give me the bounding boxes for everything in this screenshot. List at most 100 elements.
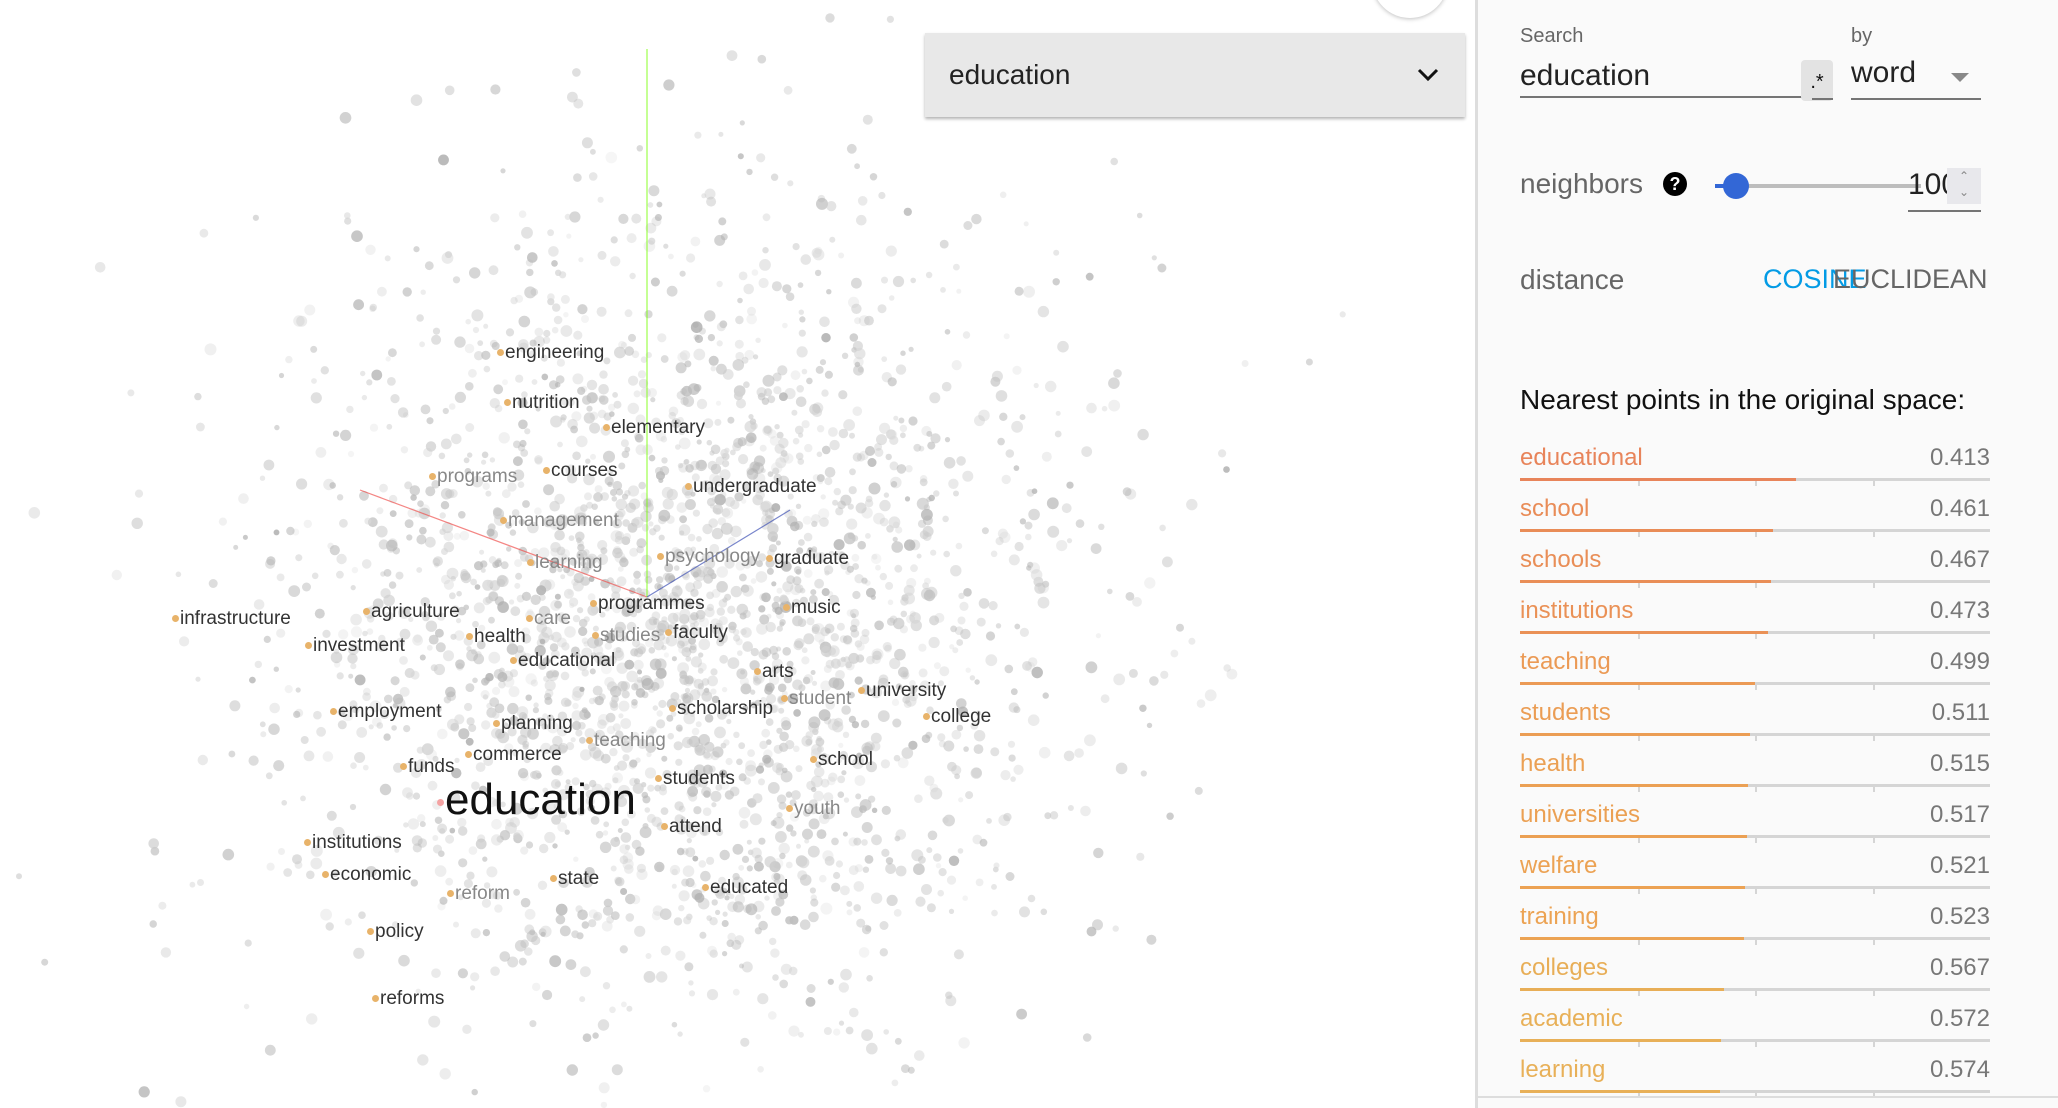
data-point[interactable] xyxy=(525,694,532,701)
data-point[interactable] xyxy=(627,402,639,415)
data-point[interactable] xyxy=(1004,664,1014,674)
data-point[interactable] xyxy=(150,846,160,856)
data-point[interactable] xyxy=(756,623,768,635)
data-point[interactable] xyxy=(463,457,470,464)
point-label[interactable]: music xyxy=(783,598,841,617)
neighbors-number-input[interactable]: 100 ⌃⌄ xyxy=(1908,168,1981,212)
data-point[interactable] xyxy=(366,379,373,386)
data-point[interactable] xyxy=(762,213,771,222)
data-point[interactable] xyxy=(870,892,883,904)
nearest-word[interactable]: colleges xyxy=(1520,954,1608,982)
data-point[interactable] xyxy=(737,650,743,656)
data-point[interactable] xyxy=(832,499,839,506)
data-point[interactable] xyxy=(278,372,285,379)
data-point[interactable] xyxy=(840,885,850,896)
data-point[interactable] xyxy=(377,286,387,297)
data-point[interactable] xyxy=(816,451,823,458)
data-point[interactable] xyxy=(796,346,808,358)
data-point[interactable] xyxy=(814,269,822,277)
data-point[interactable] xyxy=(457,968,468,979)
data-point[interactable] xyxy=(762,374,775,387)
data-point[interactable] xyxy=(836,658,847,668)
data-point[interactable] xyxy=(505,328,515,337)
data-point[interactable] xyxy=(879,499,891,512)
data-point[interactable] xyxy=(453,921,459,928)
regex-toggle-button[interactable]: .* xyxy=(1801,60,1833,101)
data-point[interactable] xyxy=(1075,519,1085,528)
data-point[interactable] xyxy=(1034,582,1046,594)
data-point[interactable] xyxy=(149,920,157,928)
data-point[interactable] xyxy=(791,409,798,416)
data-point[interactable] xyxy=(938,868,947,877)
data-point[interactable] xyxy=(885,581,894,590)
data-point[interactable] xyxy=(384,255,391,262)
data-point[interactable] xyxy=(787,180,794,187)
data-point[interactable] xyxy=(788,966,798,976)
data-point[interactable] xyxy=(559,271,567,279)
data-point[interactable] xyxy=(854,361,861,368)
data-point[interactable] xyxy=(590,453,596,460)
data-point[interactable] xyxy=(1023,221,1029,227)
data-point[interactable] xyxy=(242,534,248,540)
data-point[interactable] xyxy=(619,945,628,954)
data-point[interactable] xyxy=(554,529,565,541)
data-point[interactable] xyxy=(439,528,446,535)
data-point[interactable] xyxy=(737,297,743,304)
data-point[interactable] xyxy=(1095,633,1101,639)
data-point[interactable] xyxy=(440,438,452,450)
data-point[interactable] xyxy=(1023,285,1035,298)
data-point[interactable] xyxy=(618,213,629,224)
data-point[interactable] xyxy=(727,657,740,669)
data-point[interactable] xyxy=(179,636,190,647)
data-point[interactable] xyxy=(716,607,725,616)
point-label[interactable]: agriculture xyxy=(363,602,460,621)
data-point[interactable] xyxy=(1049,811,1059,820)
data-point[interactable] xyxy=(631,213,642,224)
data-point[interactable] xyxy=(175,571,182,578)
data-point[interactable] xyxy=(624,864,634,874)
data-point[interactable] xyxy=(671,1021,678,1028)
data-point[interactable] xyxy=(592,1032,599,1039)
data-point[interactable] xyxy=(815,365,824,374)
data-point[interactable] xyxy=(785,916,794,925)
data-point[interactable] xyxy=(521,591,532,602)
data-point[interactable] xyxy=(881,805,891,816)
data-point[interactable] xyxy=(953,490,959,497)
data-point[interactable] xyxy=(472,677,478,684)
data-point[interactable] xyxy=(801,368,808,375)
data-point[interactable] xyxy=(570,425,578,434)
data-point[interactable] xyxy=(398,954,410,967)
data-point[interactable] xyxy=(710,572,717,580)
data-point[interactable] xyxy=(498,680,506,689)
point-label[interactable]: faculty xyxy=(665,623,728,642)
data-point[interactable] xyxy=(861,822,873,833)
data-point[interactable] xyxy=(883,492,890,498)
data-point[interactable] xyxy=(682,865,695,877)
data-point[interactable] xyxy=(958,797,964,803)
data-point[interactable] xyxy=(368,724,374,730)
data-point[interactable] xyxy=(741,855,750,864)
data-point[interactable] xyxy=(758,778,765,786)
data-point[interactable] xyxy=(194,392,202,401)
data-point[interactable] xyxy=(648,185,660,197)
data-point[interactable] xyxy=(894,1037,902,1045)
data-point[interactable] xyxy=(315,447,327,458)
data-point[interactable] xyxy=(776,587,783,594)
data-point[interactable] xyxy=(579,996,586,1003)
data-point[interactable] xyxy=(577,304,588,315)
data-point[interactable] xyxy=(985,631,996,641)
data-point[interactable] xyxy=(685,655,692,662)
data-point[interactable] xyxy=(624,446,631,453)
data-point[interactable] xyxy=(175,1096,187,1108)
nearest-point-row[interactable]: universities 0.517 xyxy=(1520,797,1990,848)
data-point[interactable] xyxy=(686,253,696,263)
data-point[interactable] xyxy=(591,503,598,510)
data-point[interactable] xyxy=(990,550,998,558)
point-label[interactable]: arts xyxy=(754,662,794,681)
data-point[interactable] xyxy=(1024,521,1033,530)
data-point[interactable] xyxy=(599,395,609,405)
data-point[interactable] xyxy=(921,508,933,521)
data-point[interactable] xyxy=(467,452,473,458)
data-point[interactable] xyxy=(1052,278,1060,286)
data-point[interactable] xyxy=(940,287,946,293)
